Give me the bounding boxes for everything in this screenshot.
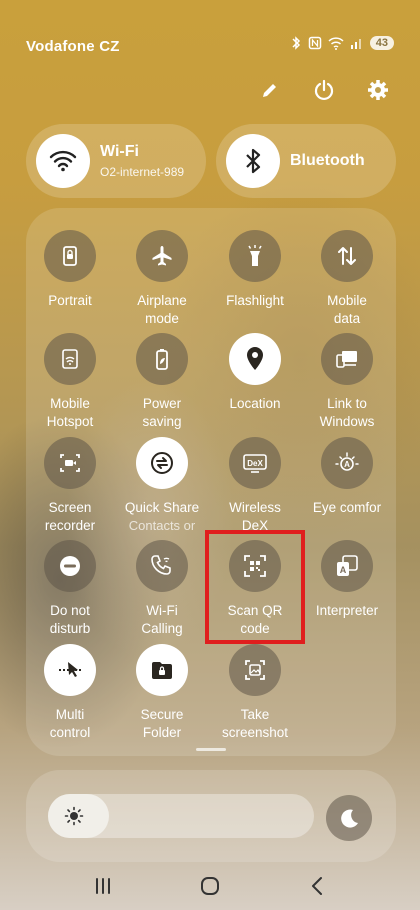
edit-button[interactable] xyxy=(258,78,282,102)
power-icon xyxy=(314,79,334,101)
tile-label: Do not disturb xyxy=(49,603,91,636)
top-actions xyxy=(258,78,390,102)
bluetooth-icon xyxy=(246,148,261,174)
svg-text:A: A xyxy=(340,565,347,575)
battery-level: 43 xyxy=(369,36,394,50)
tile-label: Secure Folder xyxy=(140,707,184,740)
tile-secure-folder[interactable]: Secure Folder xyxy=(116,644,208,742)
tile-label: Airplane mode xyxy=(137,293,187,326)
multi-control-icon xyxy=(44,644,96,696)
quick-share-icon xyxy=(136,437,188,489)
wifi-toggle-circle xyxy=(36,134,90,188)
status-icons: 43 xyxy=(290,36,394,50)
tile-label: Portrait xyxy=(48,293,92,308)
tile-do-not-disturb[interactable]: Do not disturb xyxy=(24,540,116,638)
bluetooth-toggle[interactable]: Bluetooth xyxy=(216,124,396,198)
bluetooth-title: Bluetooth xyxy=(290,152,365,169)
tile-label: Mobile Hotspot xyxy=(46,396,94,429)
home-icon xyxy=(200,877,219,895)
svg-text:A: A xyxy=(344,460,350,469)
recents-button[interactable] xyxy=(83,866,123,906)
tile-multi-control[interactable]: Multi control xyxy=(24,644,116,742)
tile-label: Eye comfor xyxy=(312,500,382,515)
tile-hotspot[interactable]: Mobile Hotspot xyxy=(24,333,116,431)
eye-comfort-icon: A xyxy=(321,437,373,489)
gear-icon xyxy=(368,80,388,100)
battery-leaf-icon xyxy=(136,333,188,385)
tile-label: Link to Windows xyxy=(319,396,375,429)
tile-mobile-data[interactable]: Mobile data xyxy=(301,230,393,328)
bluetooth-toggle-circle xyxy=(226,134,280,188)
bluetooth-status-icon xyxy=(292,36,300,50)
dex-icon: DeX xyxy=(229,437,281,489)
tile-label: Flashlight xyxy=(226,293,284,308)
tile-screenshot[interactable]: Take screenshot xyxy=(209,644,301,742)
signal-icon xyxy=(350,39,361,49)
wifi-toggle[interactable]: Wi-Fi O2-internet-989 xyxy=(26,124,206,198)
tile-label: Power saving xyxy=(142,396,182,429)
rotation-lock-icon xyxy=(44,230,96,282)
tile-battery-leaf[interactable]: Power saving xyxy=(116,333,208,431)
wifi-calling-icon xyxy=(136,540,188,592)
tile-label: Interpreter xyxy=(315,603,379,618)
tile-label: Mobile data xyxy=(327,293,367,326)
do-not-disturb-icon xyxy=(44,540,96,592)
tile-wifi-calling[interactable]: Wi-Fi Calling xyxy=(116,540,208,638)
scan-qr-highlight-box xyxy=(205,530,305,644)
tile-flashlight[interactable]: Flashlight xyxy=(209,230,301,310)
flashlight-icon xyxy=(229,230,281,282)
link-to-windows-icon xyxy=(321,333,373,385)
tile-label: Quick Share xyxy=(124,500,200,515)
tile-interpreter[interactable]: A Interpreter xyxy=(301,540,393,620)
tile-sublabel: Contacts or xyxy=(128,518,196,533)
tile-airplane[interactable]: Airplane mode xyxy=(116,230,208,328)
recents-icon xyxy=(96,878,111,894)
wifi-title: Wi-Fi xyxy=(100,143,139,160)
tile-label: Wi-Fi Calling xyxy=(141,603,183,636)
wifi-network-name: O2-internet-989 xyxy=(100,165,185,179)
svg-text:DeX: DeX xyxy=(247,459,263,468)
navigation-bar xyxy=(0,862,420,910)
tile-screen-recorder[interactable]: Screen recorder xyxy=(24,437,116,535)
status-bar: Vodafone CZ 43 xyxy=(0,0,420,90)
mobile-data-icon xyxy=(321,230,373,282)
screen-recorder-icon xyxy=(44,437,96,489)
back-icon xyxy=(311,877,322,895)
brightness-slider[interactable] xyxy=(48,794,314,838)
tile-label: Location xyxy=(229,396,281,411)
page-indicator xyxy=(196,748,226,751)
interpreter-icon: A xyxy=(321,540,373,592)
carrier-name: Vodafone CZ xyxy=(26,38,120,55)
screenshot-icon xyxy=(229,644,281,696)
dark-mode-button[interactable] xyxy=(326,795,372,841)
airplane-icon xyxy=(136,230,188,282)
tile-dex[interactable]: DeX Wireless DeX xyxy=(209,437,301,535)
tile-rotation-lock[interactable]: Portrait xyxy=(24,230,116,310)
settings-button[interactable] xyxy=(366,78,390,102)
tile-label: Multi control xyxy=(49,707,91,740)
power-button[interactable] xyxy=(312,78,336,102)
wifi-icon xyxy=(49,150,77,172)
tile-quick-share[interactable]: Quick Share Contacts or xyxy=(116,437,208,535)
secure-folder-icon xyxy=(136,644,188,696)
pencil-icon xyxy=(263,84,276,97)
back-button[interactable] xyxy=(297,866,337,906)
tile-link-to-windows[interactable]: Link to Windows xyxy=(301,333,393,431)
tile-location[interactable]: Location xyxy=(209,333,301,413)
home-button[interactable] xyxy=(190,866,230,906)
hotspot-icon xyxy=(44,333,96,385)
tile-label: Screen recorder xyxy=(44,500,96,533)
location-icon xyxy=(229,333,281,385)
tile-label: Take screenshot xyxy=(221,707,289,740)
nfc-icon xyxy=(308,36,321,50)
sun-icon xyxy=(64,806,84,826)
moon-icon xyxy=(341,809,358,828)
tile-eye-comfort[interactable]: A Eye comfor xyxy=(301,437,393,517)
wifi-status-icon xyxy=(328,36,344,50)
